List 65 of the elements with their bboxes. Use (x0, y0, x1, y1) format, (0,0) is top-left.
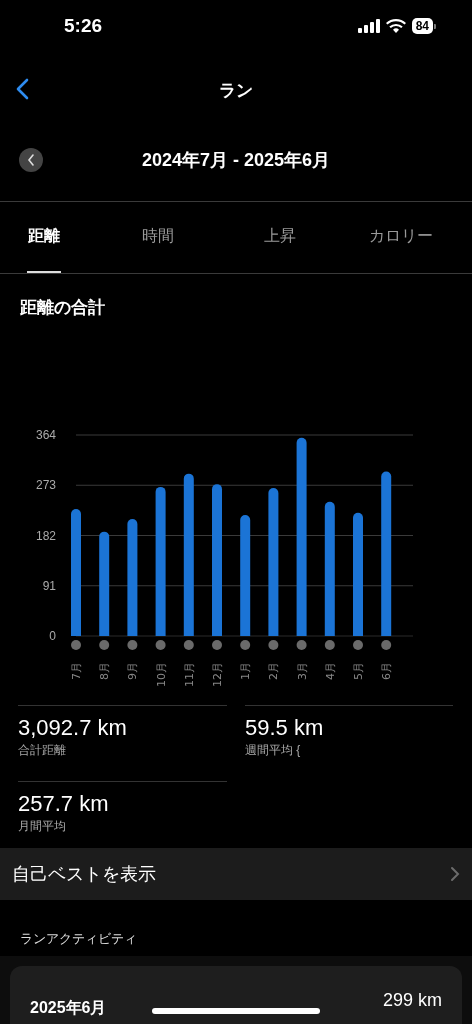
wifi-icon (385, 19, 406, 33)
personal-best-row[interactable]: 自己ベストを表示 (0, 848, 472, 900)
tab[interactable]: 上昇 (236, 202, 323, 273)
y-axis-label: 273 (35, 478, 56, 493)
activity-card[interactable]: 2025年6月 299 km (10, 966, 462, 1024)
y-axis-label: 91 (42, 578, 56, 593)
bar[interactable] (268, 488, 279, 636)
chevron-left-icon (15, 78, 29, 100)
stat-label: 合計距離 (18, 742, 67, 759)
stat-label: 週間平均 { (245, 742, 302, 759)
bar[interactable] (324, 501, 335, 636)
point-marker-icon (127, 640, 138, 650)
y-axis-label: 0 (49, 629, 56, 643)
x-axis-label: 9月 (126, 662, 140, 680)
screen-title: ラン (219, 79, 253, 102)
bar[interactable] (99, 531, 110, 636)
tab[interactable]: 時間 (115, 202, 201, 273)
x-axis-label: 6月 (380, 662, 394, 680)
x-axis-label: 1月 (239, 662, 253, 680)
previous-period-button[interactable] (19, 148, 43, 172)
signal-icon (357, 19, 380, 33)
back-button[interactable] (14, 78, 30, 102)
period-label: 2024年7月 - 2025年6月 (141, 148, 331, 172)
y-axis-label: 364 (35, 428, 56, 442)
point-marker-icon (268, 640, 279, 650)
bar[interactable] (381, 471, 392, 636)
point-marker-icon (99, 640, 110, 650)
stat-value: 59.5 km (245, 714, 325, 742)
point-marker-icon (240, 640, 251, 650)
point-marker-icon (381, 640, 392, 650)
chevron-right-icon (450, 866, 460, 882)
bar[interactable] (155, 486, 166, 636)
chevron-left-icon (27, 154, 35, 166)
stat-label: 月間平均 (18, 818, 67, 835)
tab[interactable]: カロリー (358, 202, 444, 273)
bar[interactable] (183, 473, 194, 636)
point-marker-icon (183, 640, 194, 650)
point-marker-icon (71, 640, 81, 650)
point-marker-icon (212, 640, 222, 650)
battery-level: 84 (411, 18, 433, 34)
x-axis-label: 10月 (154, 662, 168, 687)
stat-value: 257.7 km (18, 790, 110, 818)
point-marker-icon (155, 640, 166, 650)
x-axis-label: 4月 (323, 662, 337, 680)
tab[interactable]: 距離 (27, 202, 61, 273)
bar[interactable] (240, 515, 251, 636)
bar[interactable] (127, 518, 138, 636)
section-title: ランアクティビティ (19, 930, 138, 948)
x-axis-label: 7月 (70, 662, 83, 680)
activity-distance: 299 km (382, 990, 442, 1011)
x-axis-label: 2月 (267, 662, 281, 680)
bar[interactable] (296, 437, 307, 636)
point-marker-icon (353, 640, 363, 650)
x-axis-label: 11月 (182, 662, 196, 687)
x-axis-label: 3月 (295, 662, 309, 680)
y-axis-label: 182 (35, 528, 56, 543)
activity-month: 2025年6月 (30, 998, 107, 1018)
x-axis-label: 5月 (352, 662, 365, 680)
point-marker-icon (324, 640, 335, 650)
stat-value: 3,092.7 km (18, 714, 128, 742)
section-title: 距離の合計 (19, 297, 106, 319)
point-marker-icon (296, 640, 307, 650)
x-axis-label: 12月 (211, 662, 224, 687)
status-time: 5:26 (64, 15, 103, 37)
x-axis-label: 8月 (98, 662, 112, 680)
